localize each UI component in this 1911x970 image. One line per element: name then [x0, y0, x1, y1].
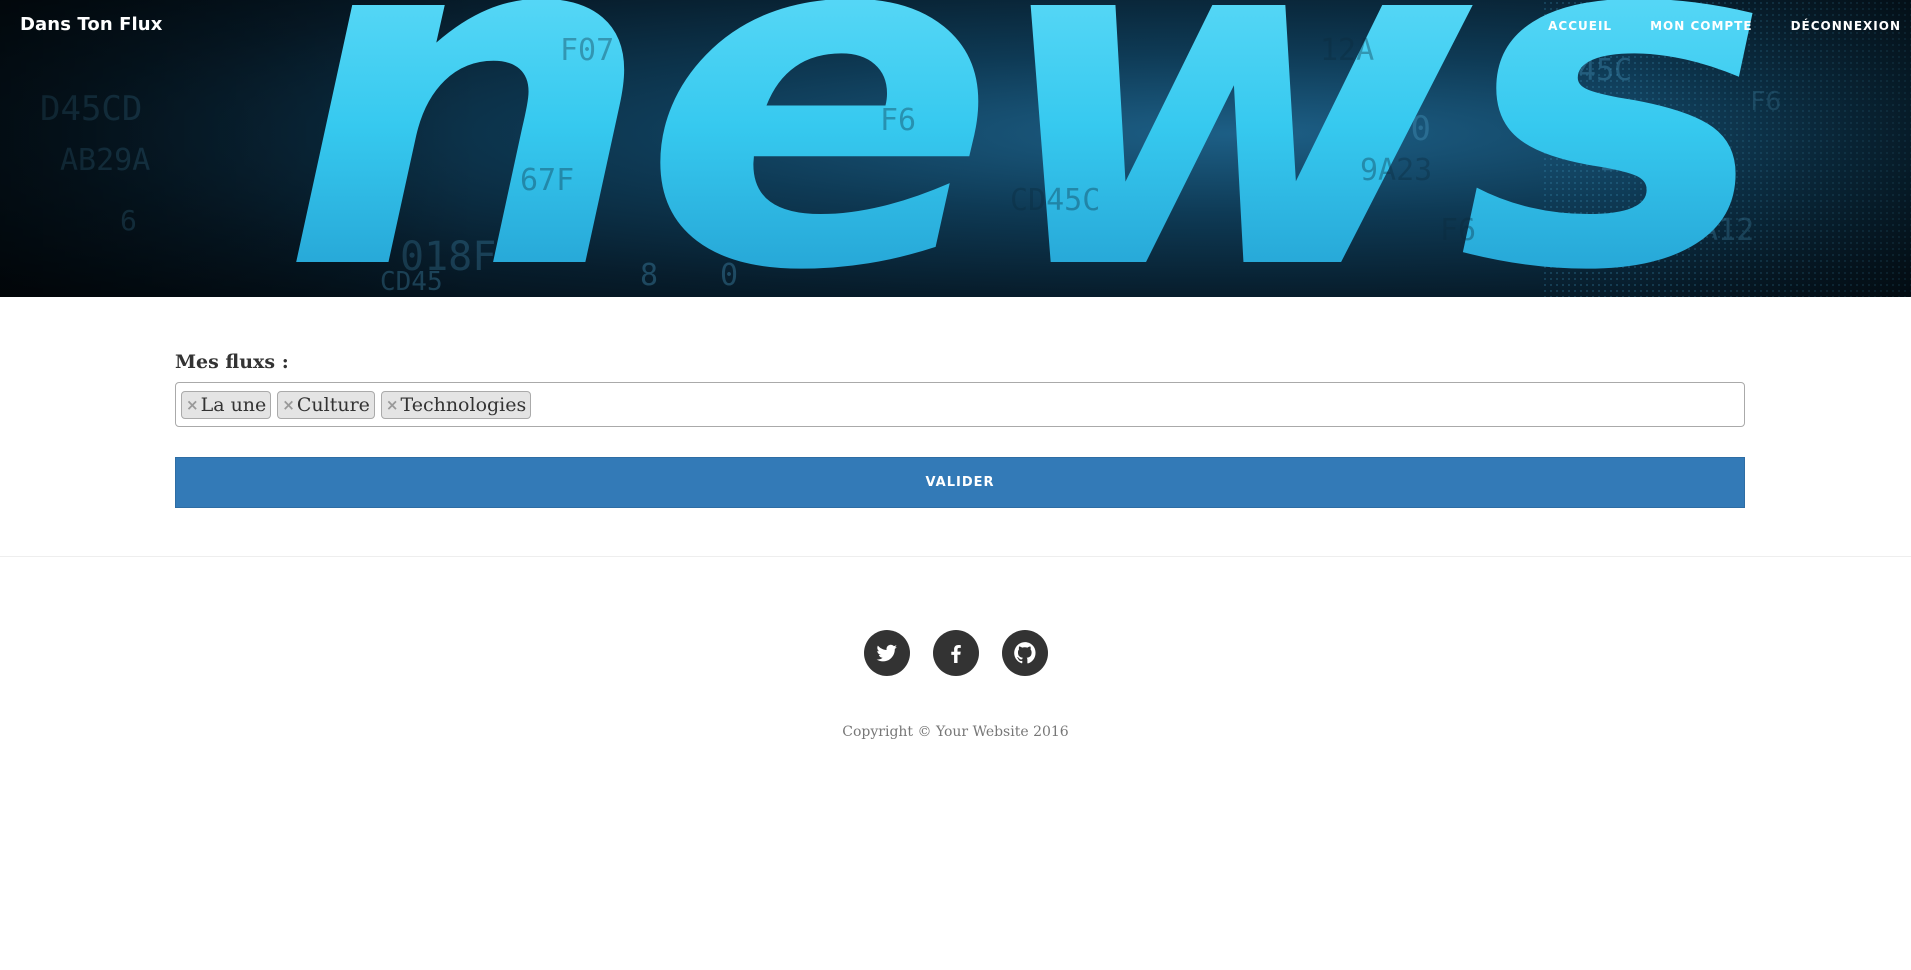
svg-text:12A: 12A — [1320, 33, 1374, 68]
nav-accueil[interactable]: ACCUEIL — [1548, 19, 1612, 33]
nav-deconnexion[interactable]: DÉCONNEXION — [1791, 19, 1901, 33]
facebook-icon — [950, 645, 961, 663]
valider-button[interactable]: VALIDER — [175, 457, 1745, 508]
tag-search-input[interactable] — [537, 389, 1739, 420]
tag-label: La une — [200, 393, 267, 416]
tag-remove-icon[interactable]: × — [386, 396, 399, 414]
tag-label: Technologies — [400, 393, 527, 416]
svg-text:F6: F6 — [880, 103, 916, 138]
tag-culture: × Culture — [277, 390, 375, 419]
hero-header: D45CD AB29A 6 018F CD45 F0 D45C 23E A12 … — [0, 0, 1911, 297]
github-button[interactable] — [1001, 630, 1048, 676]
svg-text:9A23: 9A23 — [1360, 153, 1432, 188]
tag-remove-icon[interactable]: × — [282, 396, 295, 414]
social-links — [0, 630, 1911, 676]
svg-text:CD45C: CD45C — [1010, 183, 1100, 218]
feeds-form: Mes fluxs : × La une × Culture × Technol… — [175, 350, 1745, 508]
main-nav: ACCUEIL MON COMPTE DÉCONNEXION — [1510, 19, 1901, 33]
footer-divider — [0, 556, 1911, 557]
hero-news-word: news F07 F6 CD45C 12A 9A23 F6 67F — [280, 0, 1771, 297]
svg-text:F6: F6 — [1440, 213, 1476, 248]
svg-text:67F: 67F — [520, 163, 574, 198]
copyright-text: Copyright © Your Website 2016 — [842, 724, 1069, 740]
hero-word-text: news — [280, 0, 1758, 297]
facebook-button[interactable] — [932, 630, 979, 676]
github-icon — [1013, 642, 1036, 664]
tag-label: Culture — [296, 393, 370, 416]
svg-text:F07: F07 — [560, 33, 614, 68]
nav-mon-compte[interactable]: MON COMPTE — [1650, 19, 1753, 33]
tag-technologies: × Technologies — [380, 390, 532, 419]
twitter-button[interactable] — [863, 630, 910, 676]
feeds-label: Mes fluxs : — [175, 351, 289, 373]
twitter-icon — [876, 644, 897, 662]
feeds-tag-input[interactable]: × La une × Culture × Technologies — [175, 382, 1745, 427]
tag-la-une: × La une — [181, 390, 272, 419]
brand-logo[interactable]: Dans Ton Flux — [20, 14, 162, 35]
tag-remove-icon[interactable]: × — [186, 396, 199, 414]
